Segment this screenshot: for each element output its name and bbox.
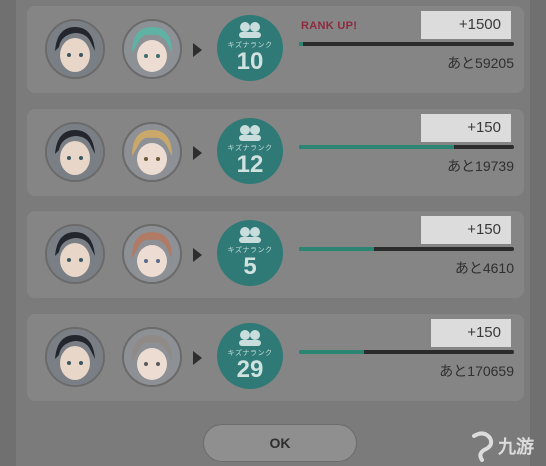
kizuna-row: キズナランク 5 +150 あと4610 bbox=[27, 210, 524, 298]
kizuna-rank-badge: キズナランク 12 bbox=[217, 118, 283, 184]
progress-fill bbox=[299, 350, 364, 354]
rank-up-label: RANK UP! bbox=[301, 20, 358, 32]
ok-button[interactable]: OK bbox=[203, 424, 357, 462]
arrow-right-icon bbox=[193, 248, 202, 262]
points-gained: +1500 bbox=[421, 11, 511, 39]
kizuna-row: キズナランク 12 +150 あと19739 bbox=[27, 108, 524, 196]
rank-number: 5 bbox=[243, 253, 257, 280]
kizuna-rank-badge: キズナランク 5 bbox=[217, 220, 283, 286]
kizuna-row: キズナランク 29 +150 あと170659 bbox=[27, 313, 524, 401]
partner-character-avatar bbox=[122, 224, 182, 284]
arrow-right-icon bbox=[193, 351, 202, 365]
kizuna-rank-badge: キズナランク 10 bbox=[217, 15, 283, 81]
points-gained: +150 bbox=[421, 114, 511, 142]
arrow-right-icon bbox=[193, 146, 202, 160]
watermark-logo-icon: 九游 bbox=[472, 431, 534, 462]
arrow-right-icon bbox=[193, 43, 202, 57]
rank-number: 10 bbox=[236, 48, 264, 75]
remaining-points: あと170659 bbox=[439, 363, 514, 379]
remaining-points: あと59205 bbox=[447, 55, 514, 71]
partner-character-avatar bbox=[122, 19, 182, 79]
kizuna-rank-badge: キズナランク 29 bbox=[217, 323, 283, 389]
duo-faces-icon bbox=[239, 227, 261, 243]
duo-faces-icon bbox=[239, 330, 261, 346]
progress-bar bbox=[299, 350, 514, 354]
progress-bar bbox=[299, 145, 514, 149]
progress-bar bbox=[299, 247, 514, 251]
progress-bar bbox=[299, 42, 514, 46]
duo-faces-icon bbox=[239, 22, 261, 38]
partner-character-avatar bbox=[122, 327, 182, 387]
points-gained: +150 bbox=[431, 319, 511, 347]
partner-character-avatar bbox=[122, 122, 182, 182]
main-character-avatar bbox=[45, 327, 105, 387]
rank-number: 29 bbox=[236, 356, 264, 383]
main-character-avatar bbox=[45, 122, 105, 182]
rank-number: 12 bbox=[236, 151, 264, 178]
remaining-points: あと19739 bbox=[447, 158, 514, 174]
main-character-avatar bbox=[45, 19, 105, 79]
main-character-avatar bbox=[45, 224, 105, 284]
kizuna-row: キズナランク 10 RANK UP! +1500 あと59205 bbox=[27, 5, 524, 93]
watermark-text: 九游 bbox=[497, 436, 534, 458]
progress-fill bbox=[299, 247, 375, 251]
points-gained: +150 bbox=[421, 216, 511, 244]
duo-faces-icon bbox=[239, 125, 261, 141]
progress-fill bbox=[299, 145, 454, 149]
remaining-points: あと4610 bbox=[454, 260, 514, 276]
progress-fill bbox=[299, 42, 304, 46]
